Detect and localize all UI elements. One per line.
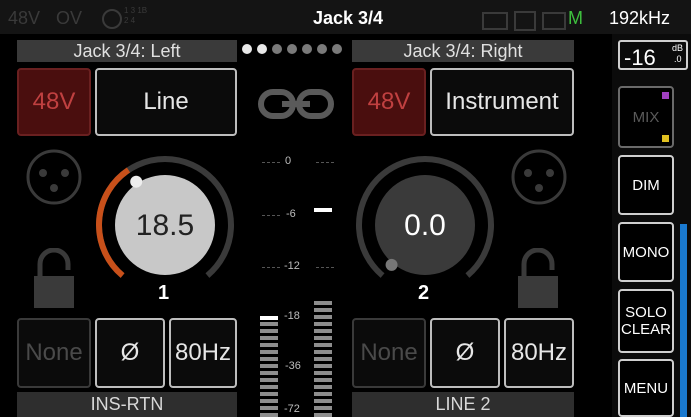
meter-tick: -18 (284, 310, 300, 322)
right-phase-button[interactable]: Ø (430, 318, 500, 388)
mix-purple-indicator (662, 92, 669, 99)
monitor-sidebar: -16 dB .0 MIX DIM MONO SOLO CLEAR MENU (612, 34, 691, 417)
dim-button[interactable]: DIM (618, 155, 674, 215)
left-channel-header: Jack 3/4: Left (17, 40, 237, 62)
usb-icon (482, 12, 508, 30)
level-meter: 0 -6 -12 -18 -36 -72 (256, 150, 344, 417)
level-readout[interactable]: -16 dB .0 (618, 40, 688, 70)
meter-tick: -72 (284, 403, 300, 415)
stereo-link-icon[interactable] (258, 84, 334, 124)
meter-tick: -12 (284, 260, 300, 272)
left-eq-button[interactable]: None (17, 318, 91, 388)
left-hpf-button[interactable]: 80Hz (169, 318, 237, 388)
phantom-status: 48V (8, 8, 41, 28)
right-channel-number: 2 (418, 282, 430, 304)
sync-icon (102, 9, 122, 29)
meter-tick: -36 (285, 360, 301, 372)
right-xlr-icon (511, 149, 567, 205)
sample-rate: 192kHz (609, 8, 671, 28)
right-meter-bars (314, 292, 332, 417)
right-phantom-button[interactable]: 48V (352, 68, 426, 136)
meter-tick: 0 (285, 155, 292, 167)
left-lock-icon[interactable] (32, 248, 76, 310)
left-peak-hold (260, 316, 278, 320)
left-channel-number: 1 (158, 282, 170, 304)
left-input-label: INS-RTN (17, 392, 237, 417)
network-icon (514, 11, 536, 31)
level-unit: dB (672, 43, 684, 53)
mix-yellow-indicator (662, 135, 669, 142)
right-gain-knob[interactable]: 0.0 (350, 150, 500, 300)
right-input-label: LINE 2 (352, 392, 574, 417)
right-peak-hold (314, 208, 332, 212)
meter-tick: -6 (286, 208, 296, 220)
level-bar (680, 224, 687, 417)
left-phantom-button[interactable]: 48V (17, 68, 91, 136)
overload-status: OV (56, 8, 83, 28)
mail-icon (542, 12, 566, 30)
left-gain-value: 18.5 (136, 209, 194, 242)
right-source-button[interactable]: Instrument (430, 68, 574, 136)
menu-button[interactable]: MENU (618, 359, 674, 417)
left-phase-button[interactable]: Ø (95, 318, 165, 388)
level-value: -16 (624, 45, 656, 70)
right-channel-header: Jack 3/4: Right (352, 40, 574, 62)
left-gain-knob[interactable]: 18.5 (90, 150, 240, 300)
left-source-button[interactable]: Line (95, 68, 237, 136)
sync-info-line2: 2 4 (124, 16, 136, 25)
monitor-indicator: M (568, 8, 583, 28)
mono-button[interactable]: MONO (618, 222, 674, 282)
right-gain-value: 0.0 (404, 209, 446, 242)
page-title: Jack 3/4 (313, 8, 384, 28)
sync-info-line1: 1 3 1B (124, 6, 148, 15)
right-eq-button[interactable]: None (352, 318, 426, 388)
right-hpf-button[interactable]: 80Hz (504, 318, 574, 388)
page-indicator[interactable] (242, 42, 352, 56)
mix-button[interactable]: MIX (618, 86, 674, 148)
status-bar: 48V OV 1 3 1B 2 4 Jack 3/4 M 192kHz (0, 0, 691, 34)
left-meter-bars (260, 312, 278, 417)
right-lock-icon[interactable] (516, 248, 560, 310)
solo-clear-button[interactable]: SOLO CLEAR (618, 289, 674, 353)
level-decimal: .0 (674, 54, 682, 64)
left-xlr-icon (26, 149, 82, 205)
